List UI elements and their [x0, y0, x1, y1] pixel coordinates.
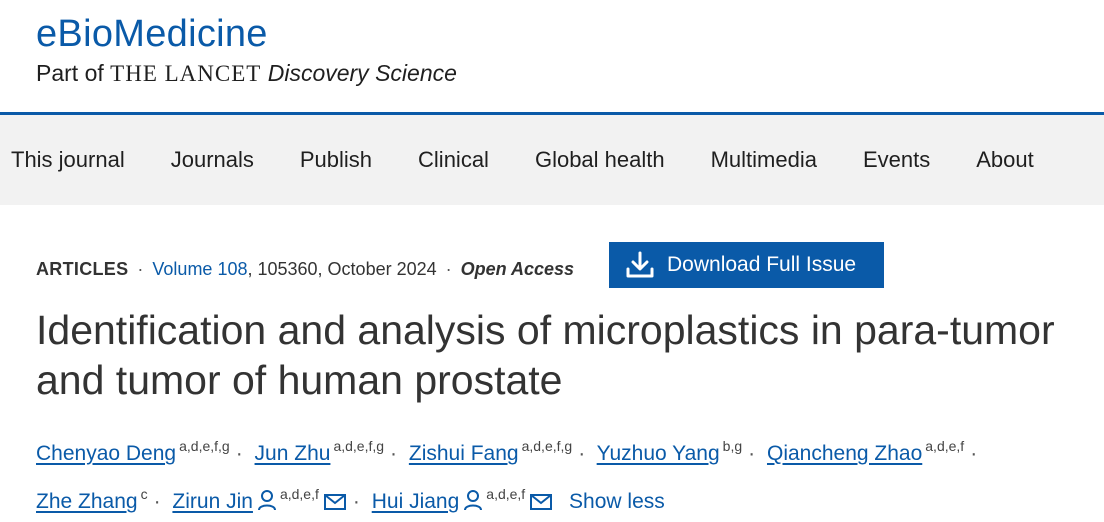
meta-separator: ·	[137, 258, 144, 279]
nav-item-global-health[interactable]: Global health	[535, 147, 665, 173]
author-separator: ·	[970, 442, 978, 465]
download-button-label: Download Full Issue	[667, 253, 857, 276]
article-meta: ARTICLES · Volume 108 , 105360, October …	[36, 254, 574, 284]
author-name[interactable]: Chenyao Deng	[36, 442, 176, 465]
nav-item-publish[interactable]: Publish	[300, 147, 372, 173]
author-name[interactable]: Hui Jiang	[372, 490, 460, 513]
article-title: Identification and analysis of microplas…	[36, 307, 1055, 403]
journal-logo-subtitle: Part of THE LANCET Discovery Science	[36, 58, 457, 89]
volume-link[interactable]: Volume 108	[152, 259, 247, 280]
author-affiliations: a,d,e,f,g	[333, 438, 385, 454]
author-name[interactable]: Zishui Fang	[409, 442, 519, 465]
author-affiliations: b,g	[722, 438, 743, 454]
subtitle-lancet: THE LANCET	[110, 61, 262, 86]
author-item: Jun Zhu a,d,e,f,g	[255, 438, 384, 465]
brand-header: eBioMedicine Part of THE LANCET Discover…	[36, 12, 457, 89]
nav-item-clinical[interactable]: Clinical	[418, 147, 489, 173]
author-affiliations: c	[140, 486, 148, 502]
subtitle-discovery: Discovery Science	[267, 60, 457, 86]
author-item: Qiancheng Zhao a,d,e,f	[767, 438, 964, 465]
author-item: Yuzhuo Yang b,g	[597, 438, 742, 465]
author-separator: ·	[352, 490, 360, 513]
author-item: Chenyao Deng a,d,e,f,g	[36, 438, 230, 465]
download-icon	[626, 251, 654, 278]
nav-item-about[interactable]: About	[976, 147, 1034, 173]
author-separator: ·	[235, 442, 243, 465]
nav-item-multimedia[interactable]: Multimedia	[711, 147, 817, 173]
author-separator: ·	[748, 442, 756, 465]
author-affiliations: a,d,e,f	[486, 486, 526, 502]
author-item: Hui Jiang a,d,e,f	[372, 486, 553, 513]
author-list: Chenyao Deng a,d,e,f,g · Jun Zhu a,d,e,f,g ·…	[36, 426, 1096, 522]
author-affiliations: a,d,e,f,g	[179, 438, 230, 454]
author-name[interactable]: Yuzhuo Yang	[597, 442, 720, 465]
open-access-label: Open Access	[460, 258, 575, 279]
author-name[interactable]: Qiancheng Zhao	[767, 442, 922, 465]
nav-item-journals[interactable]: Journals	[171, 147, 254, 173]
author-separator: ·	[578, 442, 586, 465]
nav-item-events[interactable]: Events	[863, 147, 930, 173]
author-item: Zhe Zhang c	[36, 486, 148, 513]
journal-logo-title[interactable]: eBioMedicine	[36, 12, 457, 56]
author-affiliations: a,d,e,f	[279, 486, 319, 502]
main-nav: This journal Journals Publish Clinical G…	[0, 115, 1104, 205]
author-name[interactable]: Jun Zhu	[255, 442, 331, 465]
person-icon[interactable]	[257, 489, 277, 511]
article-type: ARTICLES	[36, 258, 129, 279]
article-details: , 105360, October 2024	[247, 258, 437, 279]
person-icon[interactable]	[463, 489, 483, 511]
author-affiliations: a,d,e,f	[925, 438, 965, 454]
email-icon[interactable]	[529, 493, 553, 511]
author-name[interactable]: Zirun Jin	[172, 490, 253, 513]
author-separator: ·	[153, 490, 161, 513]
author-item: Zirun Jin a,d,e,f	[172, 486, 347, 513]
author-affiliations: a,d,e,f,g	[521, 438, 573, 454]
meta-separator: ·	[445, 258, 452, 279]
author-item: Zishui Fang a,d,e,f,g	[409, 438, 572, 465]
author-separator: ·	[390, 442, 398, 465]
nav-item-this-journal[interactable]: This journal	[11, 147, 125, 173]
download-full-issue-button[interactable]: Download Full Issue	[609, 242, 884, 288]
email-icon[interactable]	[323, 493, 347, 511]
author-name[interactable]: Zhe Zhang	[36, 490, 138, 513]
show-less-link[interactable]: Show less	[569, 490, 665, 513]
subtitle-prefix: Part of	[36, 60, 104, 86]
